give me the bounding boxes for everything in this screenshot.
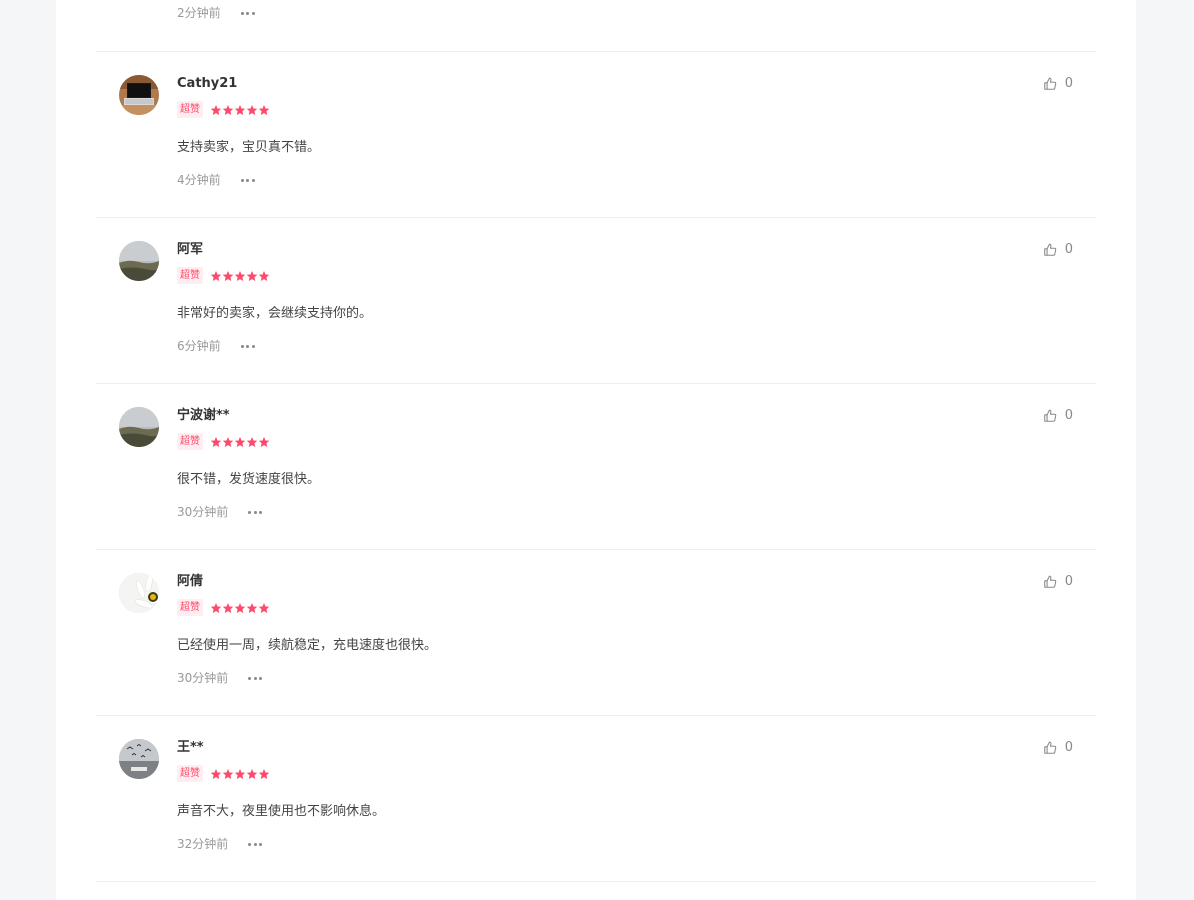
review-meta: 4分钟前 xyxy=(177,171,255,189)
like-count: 0 xyxy=(1064,574,1073,589)
divider xyxy=(96,881,1096,882)
rating-badge: 超赞 xyxy=(177,765,203,782)
star-icon xyxy=(234,602,246,613)
review-item: 阿军 超赞 非常好的卖家，会继续支持你的。 6分钟前 0 xyxy=(96,217,1096,383)
more-options-icon[interactable] xyxy=(240,337,255,355)
review-meta: 2分钟前 xyxy=(177,4,255,22)
star-icon xyxy=(246,436,258,447)
star-icon xyxy=(246,270,258,281)
review-time: 30分钟前 xyxy=(177,505,229,519)
more-options-icon[interactable] xyxy=(248,669,263,687)
more-options-icon[interactable] xyxy=(240,4,255,22)
star-icon xyxy=(210,270,222,281)
review-content: 声音不大，夜里使用也不影响休息。 xyxy=(177,804,386,819)
star-icon xyxy=(222,436,234,447)
review-time: 4分钟前 xyxy=(177,173,221,187)
review-time: 2分钟前 xyxy=(177,6,221,20)
like-button[interactable]: 0 xyxy=(1043,76,1073,92)
star-icon xyxy=(246,768,258,779)
like-count: 0 xyxy=(1064,76,1073,91)
thumbs-up-icon xyxy=(1043,741,1056,754)
more-options-icon[interactable] xyxy=(248,503,263,521)
review-meta: 30分钟前 xyxy=(177,669,263,687)
like-button[interactable]: 0 xyxy=(1043,408,1073,424)
star-icon xyxy=(258,436,270,447)
like-button[interactable]: 0 xyxy=(1043,574,1073,590)
star-icon xyxy=(246,104,258,115)
thumbs-up-icon xyxy=(1043,575,1056,588)
username: 宁波谢** xyxy=(177,408,230,423)
like-button[interactable]: 0 xyxy=(1043,242,1073,258)
star-icon xyxy=(210,436,222,447)
laptop-avatar[interactable] xyxy=(119,75,159,115)
star-rating xyxy=(210,602,270,614)
thumbs-up-icon xyxy=(1043,409,1056,422)
star-icon xyxy=(234,270,246,281)
landscape-avatar[interactable] xyxy=(119,241,159,281)
rating-row: 超赞 xyxy=(177,433,270,450)
rating-badge: 超赞 xyxy=(177,101,203,118)
review-item: Cathy21 超赞 支持卖家，宝贝真不错。 4分钟前 0 xyxy=(96,51,1096,217)
reviews-panel: 2分钟前 Cathy21 超赞 支持卖家，宝贝真不错。 4分钟前 0 阿军 超赞… xyxy=(56,0,1136,900)
thumbs-up-icon xyxy=(1043,77,1056,90)
star-icon xyxy=(210,602,222,613)
star-rating xyxy=(210,270,270,282)
star-rating xyxy=(210,436,270,448)
username: 阿军 xyxy=(177,242,204,257)
more-options-icon[interactable] xyxy=(240,171,255,189)
username: 阿倩 xyxy=(177,574,204,589)
review-content: 已经使用一周，续航稳定，充电速度也很快。 xyxy=(177,638,438,653)
star-icon xyxy=(246,602,258,613)
review-time: 32分钟前 xyxy=(177,837,229,851)
birds-avatar[interactable] xyxy=(119,739,159,779)
star-rating xyxy=(210,104,270,116)
more-options-icon[interactable] xyxy=(248,835,263,853)
rating-badge: 超赞 xyxy=(177,599,203,616)
rating-row: 超赞 xyxy=(177,599,270,616)
like-count: 0 xyxy=(1064,242,1073,257)
star-icon xyxy=(258,602,270,613)
like-count: 0 xyxy=(1064,740,1073,755)
review-meta: 30分钟前 xyxy=(177,503,263,521)
like-button[interactable]: 0 xyxy=(1043,740,1073,756)
username: 王** xyxy=(177,740,204,755)
star-icon xyxy=(210,104,222,115)
review-item: 阿倩 超赞 已经使用一周，续航稳定，充电速度也很快。 30分钟前 0 xyxy=(96,549,1096,715)
landscape-avatar[interactable] xyxy=(119,407,159,447)
review-item: 王** 超赞 声音不大，夜里使用也不影响休息。 32分钟前 0 xyxy=(96,715,1096,881)
like-count: 0 xyxy=(1064,408,1073,423)
star-icon xyxy=(234,436,246,447)
star-icon xyxy=(234,768,246,779)
star-icon xyxy=(222,104,234,115)
star-icon xyxy=(234,104,246,115)
review-time: 30分钟前 xyxy=(177,671,229,685)
review-content: 支持卖家，宝贝真不错。 xyxy=(177,140,321,155)
star-icon xyxy=(258,270,270,281)
star-icon xyxy=(210,768,222,779)
username: Cathy21 xyxy=(177,76,238,91)
star-icon xyxy=(258,104,270,115)
review-meta: 32分钟前 xyxy=(177,835,263,853)
review-content: 非常好的卖家，会继续支持你的。 xyxy=(177,306,373,321)
review-item: 宁波谢** 超赞 很不错，发货速度很快。 30分钟前 0 xyxy=(96,383,1096,549)
review-content: 很不错，发货速度很快。 xyxy=(177,472,321,487)
star-rating xyxy=(210,768,270,780)
rating-row: 超赞 xyxy=(177,765,270,782)
flower-avatar[interactable] xyxy=(119,573,159,613)
rating-badge: 超赞 xyxy=(177,267,203,284)
review-meta: 6分钟前 xyxy=(177,337,255,355)
rating-row: 超赞 xyxy=(177,101,270,118)
star-icon xyxy=(222,768,234,779)
rating-row: 超赞 xyxy=(177,267,270,284)
review-time: 6分钟前 xyxy=(177,339,221,353)
star-icon xyxy=(222,602,234,613)
thumbs-up-icon xyxy=(1043,243,1056,256)
star-icon xyxy=(258,768,270,779)
star-icon xyxy=(222,270,234,281)
rating-badge: 超赞 xyxy=(177,433,203,450)
